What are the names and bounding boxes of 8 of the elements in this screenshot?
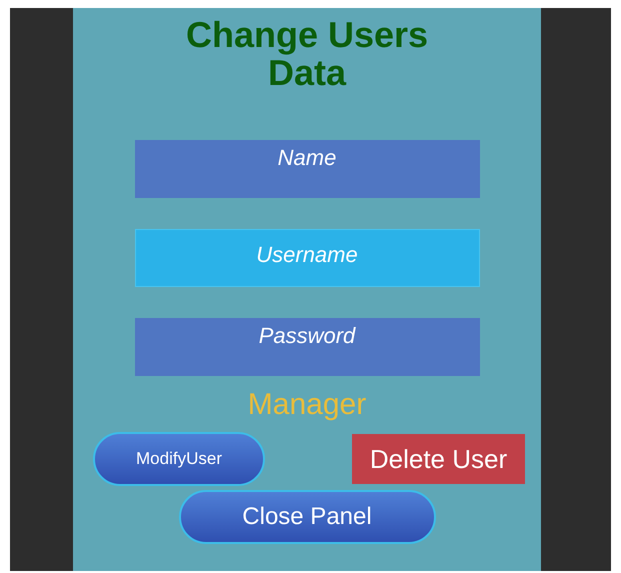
delete-button[interactable]: Delete User bbox=[352, 434, 525, 484]
input-field[interactable]: Username bbox=[134, 229, 480, 287]
pill-button[interactable]: Close Panel bbox=[178, 490, 436, 544]
pill-button[interactable]: ModifyUser bbox=[93, 432, 265, 486]
input-field[interactable]: Password bbox=[134, 318, 480, 376]
panel-title: Change Users Data bbox=[184, 16, 430, 92]
role-label: Manager bbox=[248, 388, 366, 422]
input-field[interactable]: Name bbox=[134, 140, 480, 198]
